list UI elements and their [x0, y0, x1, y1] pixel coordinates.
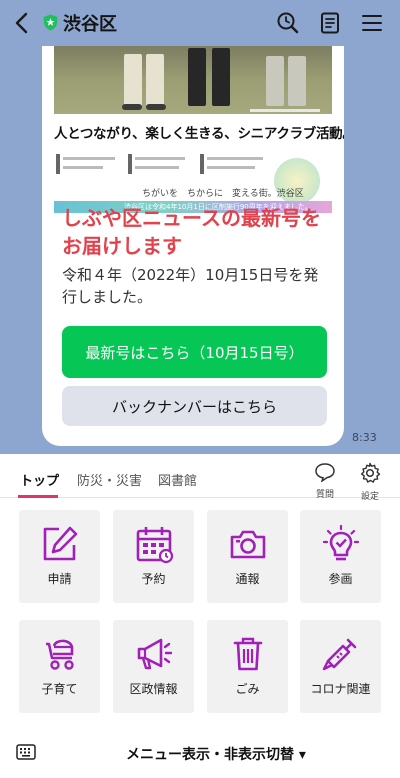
gear-icon	[360, 462, 381, 483]
tile-label: 参画	[328, 572, 353, 586]
tile-report[interactable]: 通報	[207, 510, 288, 603]
message-card: 人とつながり、楽しく生きる、シニアクラブ活動。 ちがいを ちからに 変える街。渋…	[42, 46, 344, 446]
bottom-bar: メニュー表示・非表示切替 ▾	[0, 730, 400, 778]
tile-label: ごみ	[235, 682, 260, 696]
photo-caption	[250, 109, 320, 112]
photo-figure	[188, 48, 206, 106]
news-description: 令和４年（2022年）10月15日号を発行しました。	[62, 266, 319, 306]
back-number-button[interactable]: バックナンバーはこちら	[62, 386, 327, 426]
tile-government-info[interactable]: 区政情報	[113, 620, 194, 713]
settings-label: 設定	[360, 492, 379, 502]
tab-top[interactable]: トップ	[20, 470, 59, 489]
chat-area: 人とつながり、楽しく生きる、シニアクラブ活動。 ちがいを ちからに 変える街。渋…	[0, 46, 400, 454]
verified-badge-icon	[43, 14, 58, 31]
tile-reservation[interactable]: 予約	[113, 510, 194, 603]
camera-icon	[230, 530, 265, 559]
tile-label: 通報	[235, 572, 260, 586]
keyboard-icon[interactable]	[16, 744, 36, 760]
tab-disaster[interactable]: 防災・災害	[77, 470, 142, 489]
back-icon[interactable]	[10, 11, 32, 35]
leaflet-slogan: ちがいを ちからに 変える街。渋谷区	[142, 189, 304, 199]
tab-library[interactable]: 図書館	[158, 470, 197, 489]
menu-toggle-button[interactable]: メニュー表示・非表示切替 ▾	[126, 744, 306, 764]
photo-figure	[122, 104, 142, 110]
stroller-icon	[45, 639, 74, 670]
tile-label: 子育て	[41, 682, 78, 696]
notes-icon[interactable]	[318, 11, 342, 35]
photo-figure	[146, 54, 164, 106]
leaflet-topic	[56, 152, 124, 176]
photo-figure	[124, 54, 142, 106]
tile-label: 予約	[141, 572, 166, 586]
leaflet-headline: 人とつながり、楽しく生きる、シニアクラブ活動。	[54, 126, 344, 142]
leaflet-photo	[54, 46, 332, 114]
latest-issue-button[interactable]: 最新号はこちら（10月15日号）	[62, 326, 327, 378]
edit-icon	[43, 526, 77, 561]
leaflet-topics	[56, 152, 268, 178]
tile-garbage[interactable]: ごみ	[207, 620, 288, 713]
syringe-icon	[322, 638, 356, 671]
tile-label: 申請	[47, 572, 72, 586]
active-tab-indicator	[18, 495, 58, 498]
tile-covid[interactable]: コロナ関連	[300, 620, 381, 713]
trash-icon	[233, 637, 262, 671]
photo-figure	[266, 56, 284, 106]
tile-apply[interactable]: 申請	[19, 510, 100, 603]
question-button[interactable]: 質問	[308, 462, 342, 500]
chat-title: 渋谷区	[63, 14, 117, 35]
idea-bulb-icon	[322, 524, 359, 561]
chat-header: 渋谷区	[0, 0, 400, 46]
photo-figure	[288, 56, 306, 106]
tile-participation[interactable]: 参画	[300, 510, 381, 603]
megaphone-icon	[137, 638, 172, 670]
search-clock-icon[interactable]	[276, 11, 300, 35]
tile-label: コロナ関連	[310, 682, 371, 696]
photo-figure	[212, 48, 230, 106]
menu-icon[interactable]	[360, 11, 384, 35]
question-label: 質問	[315, 490, 334, 500]
tile-label: 区政情報	[129, 682, 178, 696]
leaflet-topic	[200, 152, 268, 176]
settings-button[interactable]: 設定	[353, 462, 387, 502]
news-title: しぶや区ニュースの最新号をお届けします	[62, 206, 321, 258]
leaflet-topic	[128, 152, 196, 176]
message-time: 8:33	[352, 431, 377, 444]
photo-figure	[146, 104, 166, 110]
richmenu-tabs: トップ 防災・災害 図書館 質問 設定	[0, 454, 400, 502]
tile-childcare[interactable]: 子育て	[19, 620, 100, 713]
chat-bubble-icon	[315, 463, 335, 483]
calendar-icon	[136, 527, 173, 564]
